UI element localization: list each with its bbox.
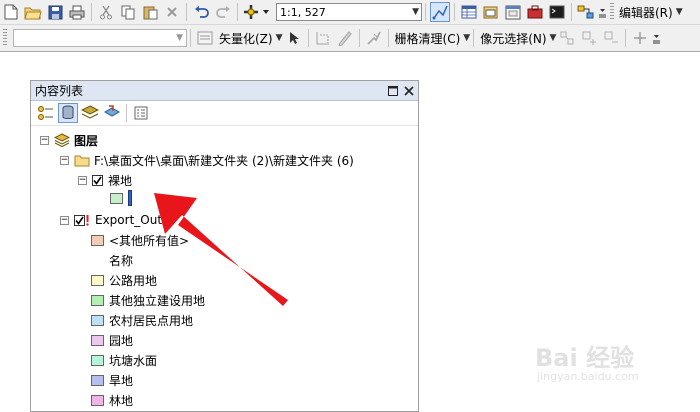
- baidu-watermark: Bai 经验 jingyan.baidu.com: [535, 338, 675, 388]
- watermark-logo-text: Bai 经验: [535, 344, 635, 372]
- watermark-url: jingyan.baidu.com: [537, 370, 639, 383]
